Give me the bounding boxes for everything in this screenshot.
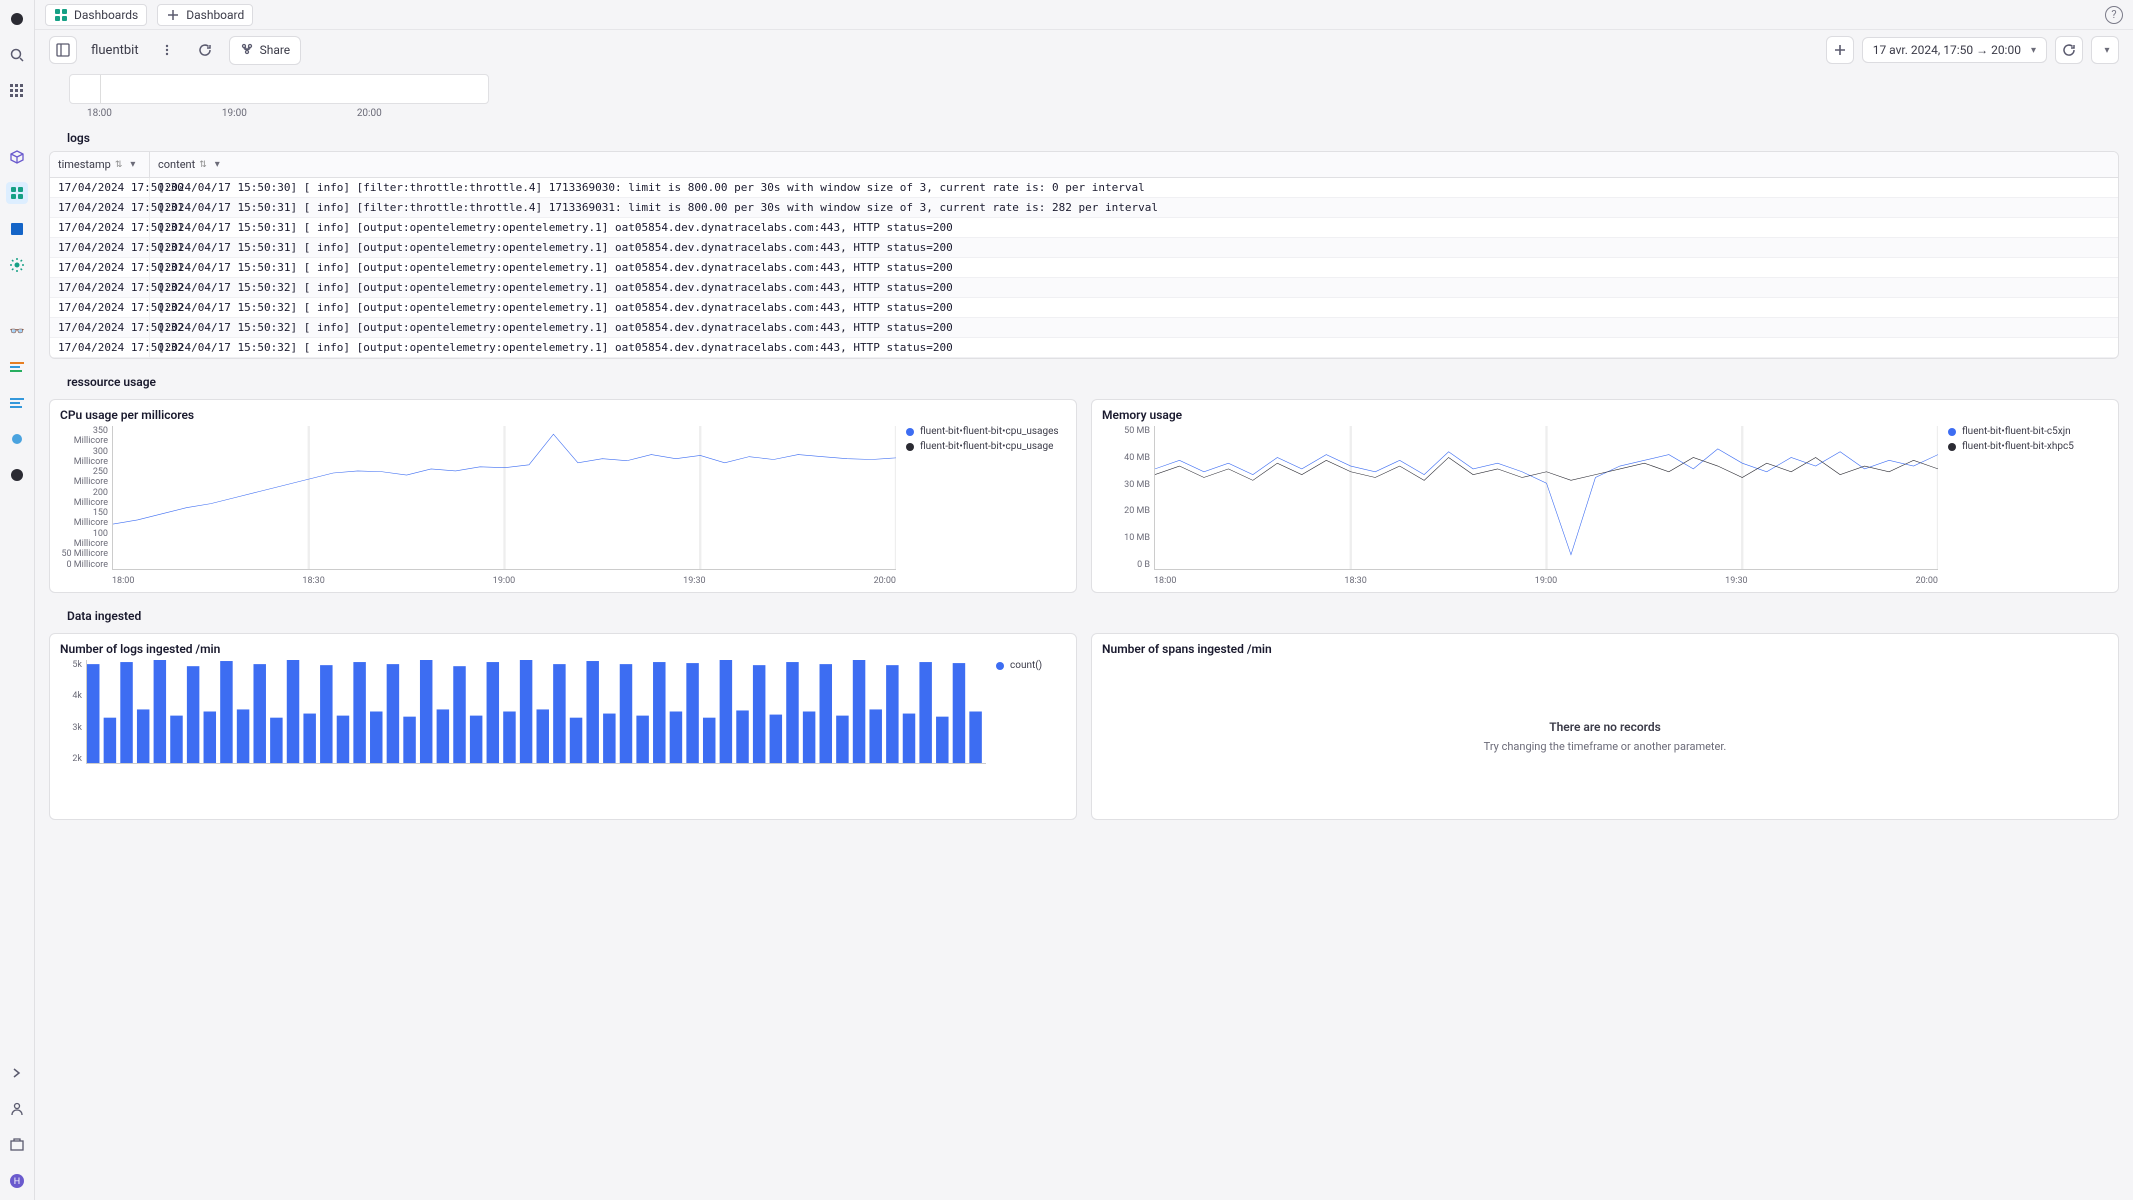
sort-icon: ⇅ [199, 160, 207, 170]
section-resource-header: ressource usage [49, 369, 2119, 395]
share-icon [240, 42, 254, 59]
memory-chart-title: Memory usage [1102, 408, 2108, 422]
log-content: [2024/04/17 15:50:32] [ info] [output:op… [150, 338, 2118, 357]
nav-mini1-icon[interactable]: 👓 [6, 320, 28, 342]
nav-dashboards-icon[interactable] [6, 182, 28, 204]
nav-gear-icon[interactable] [6, 254, 28, 276]
log-row[interactable]: 17/04/2024 17:50:31 [2024/04/17 15:50:31… [50, 238, 2118, 258]
help-icon[interactable]: ? [2105, 6, 2123, 24]
log-row[interactable]: 17/04/2024 17:50:32 [2024/04/17 15:50:32… [50, 318, 2118, 338]
nav-grid-icon[interactable] [6, 218, 28, 240]
log-row[interactable]: 17/04/2024 17:50:31 [2024/04/17 15:50:31… [50, 198, 2118, 218]
log-row[interactable]: 17/04/2024 17:50:31 [2024/04/17 15:50:31… [50, 218, 2118, 238]
chevron-down-icon: ▾ [2031, 45, 2036, 56]
log-content: [2024/04/17 15:50:31] [ info] [output:op… [150, 238, 2118, 257]
add-panel-button[interactable] [1826, 36, 1854, 64]
log-timestamp: 17/04/2024 17:50:32 [50, 338, 150, 357]
cpu-chart-title: CPu usage per millicores [60, 408, 1066, 422]
log-timestamp: 17/04/2024 17:50:31 [50, 258, 150, 277]
section-data-ingested-header: Data ingested [49, 603, 2119, 629]
memory-chart-legend: fluent-bit•fluent-bit-c5xjn fluent-bit•f… [1938, 426, 2108, 586]
mini-chart-xaxis: 18:00 19:00 20:00 [49, 108, 2119, 119]
logs-per-min-plot[interactable]: 5k4k3k2k [60, 660, 986, 780]
sort-icon: ⇅ [115, 160, 123, 170]
log-content: [2024/04/17 15:50:31] [ info] [output:op… [150, 258, 2118, 277]
memory-chart-plot[interactable]: 50 MB40 MB30 MB20 MB10 MB0 B 18:0018:301… [1102, 426, 1938, 586]
logs-per-min-card: Number of logs ingested /min 5k4k3k2k co… [49, 633, 1077, 820]
chevron-down-icon: ▾ [2104, 45, 2109, 56]
timerange-picker[interactable]: 17 avr. 2024, 17:50 → 20:00 ▾ [1862, 37, 2047, 63]
nav-mini2-icon[interactable] [6, 356, 28, 378]
nav-mini4-icon[interactable] [6, 428, 28, 450]
chevron-down-icon: ▾ [130, 159, 135, 170]
nav-search-icon[interactable] [6, 44, 28, 66]
log-row[interactable]: 17/04/2024 17:50:31 [2024/04/17 15:50:31… [50, 258, 2118, 278]
nav-mini3-icon[interactable] [6, 392, 28, 414]
new-dashboard-button[interactable]: Dashboard [157, 4, 253, 26]
nav-home-icon[interactable] [6, 8, 28, 30]
nav-mini5-icon[interactable] [6, 464, 28, 486]
breadcrumb-text: Dashboards [74, 8, 138, 22]
log-row[interactable]: 17/04/2024 17:50:32 [2024/04/17 15:50:32… [50, 338, 2118, 358]
empty-body: Try changing the timeframe or another pa… [1112, 740, 2098, 753]
timerange-label: 17 avr. 2024, 17:50 → 20:00 [1873, 43, 2021, 57]
memory-chart-card: Memory usage 50 MB40 MB30 MB20 MB10 MB0 … [1091, 399, 2119, 593]
logs-col-content[interactable]: content ⇅ ▾ [150, 152, 2118, 177]
refresh-button[interactable] [2055, 36, 2083, 64]
share-label: Share [260, 43, 291, 57]
log-content: [2024/04/17 15:50:32] [ info] [output:op… [150, 278, 2118, 297]
logs-table: timestamp ⇅ ▾ content ⇅ ▾ 17/04/2024 17:… [49, 151, 2119, 359]
new-dashboard-label: Dashboard [186, 8, 244, 22]
log-timestamp: 17/04/2024 17:50:31 [50, 198, 150, 217]
log-timestamp: 17/04/2024 17:50:31 [50, 238, 150, 257]
spans-per-min-card: Number of spans ingested /min There are … [1091, 633, 2119, 820]
nav-profile-icon[interactable] [6, 1098, 28, 1120]
cpu-chart-plot[interactable]: 350 Millicore300 Millicore250 Millicore2… [60, 426, 896, 586]
log-timestamp: 17/04/2024 17:50:32 [50, 318, 150, 337]
log-content: [2024/04/17 15:50:31] [ info] [filter:th… [150, 198, 2118, 217]
more-menu-button[interactable] [153, 36, 181, 64]
log-content: [2024/04/17 15:50:32] [ info] [output:op… [150, 298, 2118, 317]
dashboards-icon [54, 8, 68, 22]
spans-per-min-title: Number of spans ingested /min [1102, 642, 2108, 656]
log-content: [2024/04/17 15:50:32] [ info] [output:op… [150, 318, 2118, 337]
mini-chart-remnant [69, 74, 489, 104]
log-content: [2024/04/17 15:50:30] [ info] [filter:th… [150, 178, 2118, 197]
refresh-interval-button[interactable]: ▾ [2091, 36, 2119, 64]
nav-box-icon[interactable] [6, 146, 28, 168]
cpu-chart-legend: fluent-bit•fluent-bit•cpu_usages fluent-… [896, 426, 1066, 586]
share-button[interactable]: Share [229, 36, 302, 65]
logs-col-timestamp[interactable]: timestamp ⇅ ▾ [50, 152, 150, 177]
refresh-dash-button[interactable] [191, 36, 219, 64]
nav-apps-icon[interactable] [6, 80, 28, 102]
log-timestamp: 17/04/2024 17:50:32 [50, 298, 150, 317]
log-row[interactable]: 17/04/2024 17:50:32 [2024/04/17 15:50:32… [50, 298, 2118, 318]
log-row[interactable]: 17/04/2024 17:50:32 [2024/04/17 15:50:32… [50, 278, 2118, 298]
svg-text:H: H [14, 1177, 20, 1187]
cpu-chart-card: CPu usage per millicores 350 Millicore30… [49, 399, 1077, 593]
log-content: [2024/04/17 15:50:31] [ info] [output:op… [150, 218, 2118, 237]
nav-bottom-icon[interactable]: H [6, 1170, 28, 1192]
logs-per-min-title: Number of logs ingested /min [60, 642, 1066, 656]
log-row[interactable]: 17/04/2024 17:50:30 [2024/04/17 15:50:30… [50, 178, 2118, 198]
dashboard-title: fluentbit [87, 43, 143, 58]
nav-org-icon[interactable] [6, 1134, 28, 1156]
log-timestamp: 17/04/2024 17:50:30 [50, 178, 150, 197]
empty-title: There are no records [1112, 720, 2098, 734]
breadcrumb-dashboards[interactable]: Dashboards [45, 4, 147, 26]
section-logs-header: logs [49, 125, 2119, 151]
chevron-down-icon: ▾ [215, 159, 220, 170]
log-timestamp: 17/04/2024 17:50:32 [50, 278, 150, 297]
nav-expand-icon[interactable] [6, 1062, 28, 1084]
log-timestamp: 17/04/2024 17:50:31 [50, 218, 150, 237]
plus-icon [166, 8, 180, 22]
toggle-sidebar-button[interactable] [49, 36, 77, 64]
logs-per-min-legend: count() [986, 660, 1066, 780]
empty-state: There are no records Try changing the ti… [1102, 660, 2108, 813]
